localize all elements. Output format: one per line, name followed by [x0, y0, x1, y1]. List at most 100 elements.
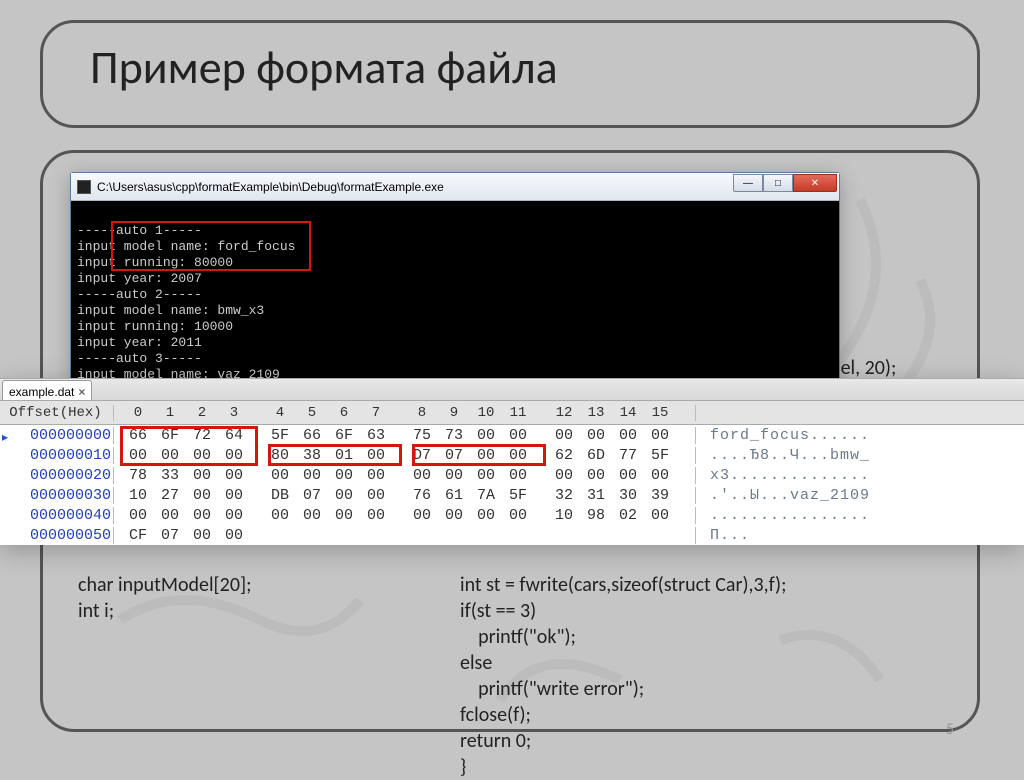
hex-byte[interactable]: 00 — [218, 527, 250, 544]
hex-byte[interactable]: 00 — [502, 507, 534, 524]
hex-byte[interactable]: 00 — [580, 427, 612, 444]
hex-byte[interactable]: 00 — [644, 467, 676, 484]
hex-tab[interactable]: example.dat × — [2, 380, 92, 400]
hex-byte[interactable]: 07 — [296, 487, 328, 504]
hex-byte[interactable]: 66 — [296, 427, 328, 444]
hex-byte[interactable]: 31 — [580, 487, 612, 504]
hex-col-6: 6 — [328, 405, 360, 421]
hex-byte[interactable]: 10 — [122, 487, 154, 504]
hex-row[interactable]: 000000000▸666F72645F666F6375730000000000… — [0, 425, 1024, 445]
hex-byte[interactable]: 00 — [154, 507, 186, 524]
hex-byte[interactable]: 30 — [612, 487, 644, 504]
hex-byte[interactable]: 00 — [328, 467, 360, 484]
hex-byte[interactable]: 00 — [218, 447, 250, 464]
hex-byte[interactable]: DB — [264, 487, 296, 504]
hex-byte[interactable]: 02 — [612, 507, 644, 524]
hex-byte[interactable]: 5F — [644, 447, 676, 464]
hex-byte[interactable]: 00 — [296, 467, 328, 484]
hex-byte[interactable]: 00 — [470, 507, 502, 524]
hex-byte[interactable]: 66 — [122, 427, 154, 444]
hex-row[interactable]: 000000050CF070000П... — [0, 525, 1024, 545]
hex-byte[interactable]: 00 — [502, 447, 534, 464]
hex-byte[interactable]: 10 — [548, 507, 580, 524]
close-icon[interactable]: × — [78, 385, 85, 399]
hex-byte[interactable]: 00 — [360, 507, 392, 524]
hex-row[interactable]: 0000000207833000000000000000000000000000… — [0, 465, 1024, 485]
hex-byte[interactable]: 07 — [438, 447, 470, 464]
hex-byte[interactable]: 00 — [470, 467, 502, 484]
hex-byte[interactable]: 00 — [328, 487, 360, 504]
close-button[interactable]: ✕ — [793, 174, 837, 192]
hex-byte[interactable]: 38 — [296, 447, 328, 464]
hex-byte[interactable]: 00 — [470, 427, 502, 444]
minimize-button[interactable]: ― — [733, 174, 763, 192]
hex-byte[interactable]: CF — [122, 527, 154, 544]
hex-grid[interactable]: Offset(Hex) 0123456789101112131415 00000… — [0, 401, 1024, 545]
hex-byte[interactable]: 00 — [328, 507, 360, 524]
hex-byte[interactable]: 00 — [264, 507, 296, 524]
hex-byte[interactable]: 61 — [438, 487, 470, 504]
hex-byte[interactable]: 00 — [122, 507, 154, 524]
hex-byte[interactable]: 63 — [360, 427, 392, 444]
hex-byte[interactable]: 00 — [580, 467, 612, 484]
hex-byte[interactable]: 00 — [360, 447, 392, 464]
hex-byte[interactable]: 5F — [264, 427, 296, 444]
hex-byte[interactable]: 00 — [186, 487, 218, 504]
hex-ascii: ford_focus...... — [696, 427, 870, 444]
hex-byte[interactable]: 73 — [438, 427, 470, 444]
hex-byte[interactable]: 77 — [612, 447, 644, 464]
hex-byte[interactable]: 6F — [154, 427, 186, 444]
hex-row[interactable]: 0000000400000000000000000000000001098020… — [0, 505, 1024, 525]
hex-byte[interactable]: 00 — [186, 507, 218, 524]
hex-byte[interactable]: 98 — [580, 507, 612, 524]
hex-byte[interactable]: 00 — [470, 447, 502, 464]
hex-byte[interactable]: 00 — [186, 447, 218, 464]
maximize-button[interactable]: □ — [763, 174, 793, 192]
hex-byte[interactable]: 72 — [186, 427, 218, 444]
hex-byte[interactable]: 00 — [186, 467, 218, 484]
hex-byte[interactable]: 00 — [122, 447, 154, 464]
hex-byte[interactable]: 00 — [644, 507, 676, 524]
hex-byte[interactable]: 00 — [218, 467, 250, 484]
hex-byte[interactable]: 00 — [296, 507, 328, 524]
hex-byte[interactable]: 00 — [612, 467, 644, 484]
hex-byte[interactable]: 27 — [154, 487, 186, 504]
hex-byte[interactable]: 00 — [218, 487, 250, 504]
hex-byte[interactable]: 6D — [580, 447, 612, 464]
hex-byte[interactable]: 00 — [264, 467, 296, 484]
hex-byte[interactable]: 80 — [264, 447, 296, 464]
hex-byte[interactable]: 00 — [438, 507, 470, 524]
hex-byte[interactable]: 5F — [502, 487, 534, 504]
hex-byte[interactable]: 33 — [154, 467, 186, 484]
hex-byte[interactable]: 00 — [186, 527, 218, 544]
hex-row[interactable]: 0000000100000000080380100D7070000626D775… — [0, 445, 1024, 465]
hex-byte[interactable]: 7A — [470, 487, 502, 504]
hex-byte[interactable]: 00 — [438, 467, 470, 484]
hex-byte[interactable]: 64 — [218, 427, 250, 444]
hex-byte[interactable]: 00 — [360, 487, 392, 504]
hex-byte[interactable]: 76 — [406, 487, 438, 504]
hex-byte[interactable]: 00 — [218, 507, 250, 524]
hex-byte[interactable]: 6F — [328, 427, 360, 444]
hex-byte[interactable]: 62 — [548, 447, 580, 464]
hex-byte[interactable]: 39 — [644, 487, 676, 504]
hex-byte[interactable]: 00 — [548, 427, 580, 444]
hex-byte[interactable]: 00 — [154, 447, 186, 464]
hex-byte[interactable]: 78 — [122, 467, 154, 484]
hex-byte[interactable]: 32 — [548, 487, 580, 504]
hex-byte[interactable]: 00 — [548, 467, 580, 484]
hex-byte[interactable]: 07 — [154, 527, 186, 544]
hex-row[interactable]: 00000003010270000DB07000076617A5F3231303… — [0, 485, 1024, 505]
hex-byte[interactable]: 00 — [502, 467, 534, 484]
hex-byte[interactable]: 00 — [360, 467, 392, 484]
hex-byte[interactable]: 01 — [328, 447, 360, 464]
hex-byte[interactable]: 00 — [644, 427, 676, 444]
hex-byte[interactable]: 75 — [406, 427, 438, 444]
hex-byte[interactable]: 00 — [502, 427, 534, 444]
hex-col-14: 14 — [612, 405, 644, 421]
hex-byte[interactable]: 00 — [406, 467, 438, 484]
hex-byte[interactable]: D7 — [406, 447, 438, 464]
hex-byte[interactable]: 00 — [406, 507, 438, 524]
hex-byte[interactable]: 00 — [612, 427, 644, 444]
console-titlebar[interactable]: C:\Users\asus\cpp\formatExample\bin\Debu… — [71, 173, 839, 201]
